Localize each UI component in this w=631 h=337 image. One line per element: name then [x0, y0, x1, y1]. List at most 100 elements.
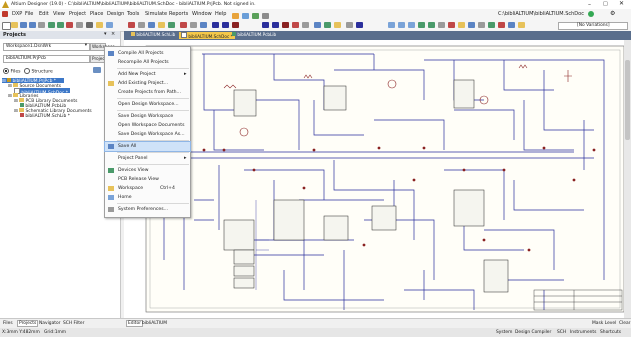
submenu-arrow-icon: ▸: [184, 155, 187, 161]
document-path-readout: C:\bibliALTIUM\bibliALTIUM.SchDoc: [498, 11, 584, 17]
structure-radio-label: Structure: [31, 69, 53, 75]
expand-icon: ⊟: [2, 79, 6, 84]
menu-item-devices-view[interactable]: Devices View: [105, 166, 190, 175]
close-button[interactable]: ✕: [619, 0, 624, 7]
menu-item-pcb-release-view[interactable]: PCB Release View: [105, 175, 190, 184]
workspace-icon: [108, 186, 114, 191]
tab-label: bibliALTIUM.SchLib: [136, 32, 176, 37]
mask-level-button[interactable]: Mask Level: [592, 321, 616, 326]
toolbar-wiring-icons[interactable]: [262, 20, 382, 31]
menu-item-create-projects-from-path[interactable]: Create Projects from Path...: [105, 88, 190, 97]
menu-help[interactable]: Help: [215, 11, 226, 17]
menu-item-label: Add New Project: [118, 72, 156, 77]
status-system[interactable]: System: [496, 330, 512, 335]
panel-pin-icon[interactable]: ▾: [104, 31, 107, 37]
window-title: Altium Designer (19.0) - C:\bibliALTIUM\…: [11, 2, 256, 7]
variations-select[interactable]: [No Variations]: [558, 22, 628, 30]
toolbar-edit-icons[interactable]: [128, 20, 248, 31]
settings-icon[interactable]: ⚙: [610, 10, 615, 17]
menu-item-save-all[interactable]: Save All: [104, 141, 191, 152]
menu-design[interactable]: Design: [107, 11, 124, 17]
submenu-arrow-icon: ▸: [184, 71, 187, 77]
menu-place[interactable]: Place: [90, 11, 103, 17]
toolbar-align-icons[interactable]: [388, 20, 548, 31]
folder-icon: [13, 83, 19, 87]
menu-file[interactable]: File: [25, 11, 33, 17]
panel-search-icon[interactable]: [93, 67, 101, 73]
vertical-scrollbar[interactable]: [624, 40, 631, 318]
folder-icon: [19, 98, 25, 102]
pcb-lib-icon: [232, 32, 236, 36]
project-select[interactable]: bibliALTIUM.PrjPcb: [3, 55, 90, 63]
status-shortcuts[interactable]: Shortcuts: [600, 330, 621, 335]
menu-reports[interactable]: Reports: [169, 11, 188, 17]
schematic-canvas[interactable]: [124, 40, 629, 318]
menu-item-add-new-project[interactable]: Add New Project ▸: [105, 70, 190, 79]
workspace-select[interactable]: Workspace1.DsnWrk ▾: [3, 43, 90, 51]
tab-sch-filter[interactable]: SCH Filter: [63, 321, 84, 326]
tab-schlib[interactable]: bibliALTIUM.SchLib: [129, 32, 177, 39]
tab-pcblib[interactable]: bibliALTIUM.PcbLib: [230, 32, 278, 39]
menu-item-save-design-workspace-as[interactable]: Save Design Workspace As...: [105, 130, 190, 139]
menu-dxp[interactable]: DXP: [12, 11, 22, 17]
expand-icon: ⊟: [14, 109, 18, 114]
tab-projects[interactable]: Projects: [17, 320, 39, 327]
sch-lib-icon: [131, 32, 135, 36]
status-sch[interactable]: SCH: [557, 330, 566, 335]
maximize-button[interactable]: □: [603, 1, 608, 7]
structure-radio[interactable]: Structure: [24, 68, 53, 75]
compile-icon: [108, 51, 114, 56]
folder-icon: [19, 108, 25, 112]
devices-icon: [108, 168, 114, 173]
status-instruments[interactable]: Instruments: [570, 330, 596, 335]
files-radio[interactable]: Files: [3, 68, 21, 75]
grid-readout: Grid:1mm: [44, 330, 67, 335]
tree-item[interactable]: bibliALTIUM.SchLib *: [20, 113, 70, 119]
title-bar: Altium Designer (19.0) - C:\bibliALTIUM\…: [0, 0, 631, 9]
menu-item-open-workspace-documents[interactable]: Open Workspace Documents: [105, 121, 190, 130]
menu-tools[interactable]: Tools: [127, 11, 139, 17]
menu-item-system-preferences[interactable]: System Preferences...: [105, 205, 190, 214]
menu-item-workspace[interactable]: Workspace Ctrl+4: [105, 184, 190, 193]
folder-icon: [13, 93, 19, 97]
menu-separator: [117, 68, 189, 69]
minimize-button[interactable]: –: [588, 1, 591, 8]
menu-separator: [117, 203, 189, 204]
expand-icon: ⊟: [14, 99, 18, 104]
menu-project[interactable]: Project: [69, 11, 86, 17]
menu-item-label: Recompile All Projects: [118, 60, 169, 65]
files-radio-label: Files: [10, 69, 21, 75]
status-bar: X:3mm Y:482mm Grid:1mm System Design Com…: [0, 328, 631, 337]
menu-item-label: System Preferences...: [118, 207, 168, 212]
menu-item-save-design-workspace[interactable]: Save Design Workspace: [105, 112, 190, 121]
scroll-thumb[interactable]: [625, 60, 630, 140]
tab-navigator[interactable]: Navigator: [39, 321, 60, 326]
menu-edit[interactable]: Edit: [39, 11, 49, 17]
green-status-icon: [588, 11, 594, 17]
menu-item-compile-all[interactable]: Compile All Projects: [105, 49, 190, 58]
menu-simulate[interactable]: Simulate: [145, 11, 167, 17]
clear-button[interactable]: Clear: [619, 321, 630, 326]
expand-icon: ⊟: [8, 84, 12, 89]
dxp-icon: [2, 11, 8, 17]
tab-bibli[interactable]: bibliALTIUM: [142, 321, 167, 326]
menu-item-add-existing-project[interactable]: Add Existing Project...: [105, 79, 190, 88]
status-design-compiler[interactable]: Design Compiler: [515, 330, 551, 335]
menu-item-open-design-workspace[interactable]: Open Design Workspace...: [105, 100, 190, 109]
tools-icons[interactable]: [232, 11, 274, 19]
menu-item-shortcut: Ctrl+4: [160, 186, 175, 191]
menu-separator: [117, 110, 189, 111]
menu-item-home[interactable]: Home: [105, 193, 190, 202]
tab-schdoc[interactable]: bibliALTIUM.SchDoc *: [179, 32, 235, 39]
menu-view[interactable]: View: [53, 11, 65, 17]
menu-item-recompile-all[interactable]: Recompile All Projects: [105, 58, 190, 67]
menu-window[interactable]: Window: [192, 11, 212, 17]
menu-separator: [117, 98, 189, 99]
menu-item-project-panel[interactable]: Project Panel ▸: [105, 154, 190, 163]
panel-close-icon[interactable]: ×: [111, 31, 115, 37]
tab-label: bibliALTIUM.SchDoc *: [188, 34, 233, 39]
tab-editor[interactable]: Editor: [126, 320, 143, 327]
toolbar-file-icons[interactable]: [2, 20, 122, 31]
radio-checked-icon: [3, 68, 9, 74]
tab-files[interactable]: Files: [3, 321, 13, 326]
